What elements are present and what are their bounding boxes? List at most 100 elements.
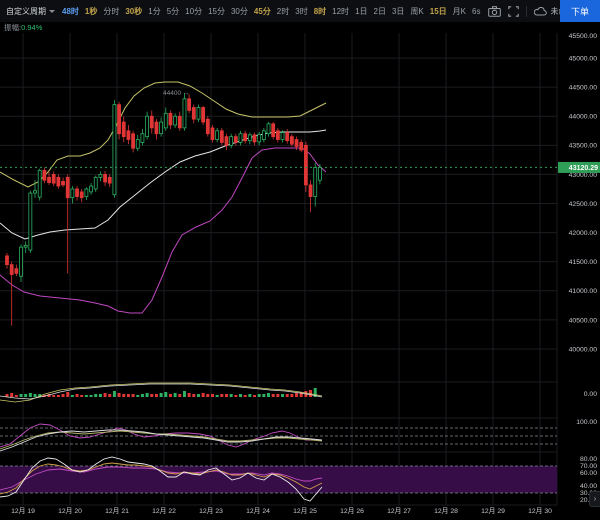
status-row: 振幅: 0.94% [0, 22, 600, 33]
volume-bar [197, 394, 200, 397]
volume-bar [216, 395, 219, 397]
date-label: 12月 27 [387, 507, 411, 515]
candle [197, 105, 200, 122]
custom-period-selector[interactable]: 自定义周期 [6, 6, 55, 17]
volume-bar [24, 394, 27, 397]
timeframe-item[interactable]: 1分 [148, 6, 160, 17]
candle [155, 119, 158, 139]
volume-bar [267, 393, 270, 397]
volume-bar [34, 394, 37, 397]
candle [160, 117, 163, 136]
volume-bar [272, 394, 275, 397]
volume-bar [183, 391, 186, 397]
volume-bar [174, 393, 177, 397]
custom-period-label: 自定义周期 [6, 6, 46, 17]
timeframe-item[interactable]: 30分 [231, 6, 248, 17]
candle [286, 129, 289, 144]
candle [104, 171, 107, 186]
timeframe-item[interactable]: 15日 [430, 6, 447, 17]
price-alert-annotation: 44400 → [163, 90, 189, 97]
candle [290, 134, 293, 147]
volume-bar [206, 394, 209, 397]
axis-collapse-button[interactable]: › [589, 491, 600, 507]
date-label: 12月 26 [340, 507, 364, 515]
volume-bar [150, 394, 153, 397]
volume-bar [239, 394, 242, 397]
rsi-line-magenta [0, 424, 322, 447]
volume-bar [85, 395, 88, 397]
price-axis-label: 40000.00 [569, 346, 598, 353]
volume-bar [295, 393, 298, 397]
candle [10, 262, 13, 326]
volume-bar [132, 394, 135, 397]
volume-bar [281, 394, 284, 397]
candle [230, 134, 233, 149]
fullscreen-button[interactable] [508, 6, 519, 17]
candle [300, 140, 303, 153]
volume-bar [90, 395, 93, 397]
volume-bar [62, 394, 65, 397]
timeframe-item[interactable]: 30秒 [125, 6, 142, 17]
date-label: 12月 23 [199, 507, 223, 515]
timeframe-item[interactable]: 3时 [295, 6, 307, 17]
candle [6, 253, 9, 269]
candle [108, 174, 111, 187]
timeframe-item[interactable]: 10分 [185, 6, 202, 17]
candle [169, 110, 172, 129]
price-axis-label: 41000.00 [569, 288, 598, 295]
candle [80, 189, 83, 202]
trading-app: 自定义周期 48时 1秒分时 30秒 1分 5分 10分 15分 30分 45分 2时 3时 8时 12… [0, 0, 600, 520]
current-price-badge: 43120.29 [558, 162, 600, 173]
price-axis-label: 40500.00 [569, 317, 598, 324]
candle [206, 116, 209, 136]
chart-canvas[interactable]: 44400 →45500.0045000.0044500.0044000.004… [0, 0, 600, 520]
volume-bar [127, 394, 130, 397]
candle [132, 131, 135, 153]
timeframe-item[interactable]: 5分 [167, 6, 179, 17]
timeframe-item[interactable]: 2时 [277, 6, 289, 17]
order-button[interactable]: 下单 [560, 0, 600, 22]
candle [188, 94, 191, 113]
date-label: 12月 19 [11, 507, 35, 515]
candle [225, 134, 228, 150]
timeframe-item[interactable]: 1日 [355, 6, 367, 17]
timeframe-item[interactable]: 48时 [62, 6, 79, 17]
candle [136, 135, 139, 151]
volume-bar [20, 394, 23, 397]
candle [62, 177, 65, 187]
volume-bar [248, 394, 251, 397]
indicator-axis-label: 40.00 [580, 483, 597, 490]
volume-bar [104, 393, 107, 397]
timeframe-item[interactable]: 15分 [208, 6, 225, 17]
timeframe-item[interactable]: 45分 [254, 6, 271, 17]
candle [220, 128, 223, 145]
timeframe-item[interactable]: 1秒 [85, 6, 97, 17]
date-label: 12月 20 [58, 507, 82, 515]
candle [244, 131, 247, 144]
volume-bar [262, 394, 265, 397]
camera-button[interactable] [488, 6, 501, 17]
volume-bar [80, 395, 83, 397]
timeframe-item[interactable]: 3日 [392, 6, 404, 17]
amplitude-label: 振幅: [4, 22, 21, 33]
volume-bar [99, 394, 102, 397]
timeframe-item[interactable]: 2日 [374, 6, 386, 17]
volume-bar [230, 394, 233, 397]
volume-bar [202, 393, 205, 397]
volume-bar [192, 394, 195, 397]
volume-bar [10, 393, 13, 397]
candle [216, 128, 219, 143]
timeframe-item[interactable]: 12时 [332, 6, 349, 17]
timeframe-item[interactable]: 月K [453, 6, 466, 17]
timeframe-item[interactable]: 分时 [103, 6, 119, 17]
candle [262, 128, 265, 143]
indicator-axis-label: 0.00 [584, 391, 597, 398]
timeframe-item[interactable]: 6s [472, 7, 480, 16]
timeframe-item[interactable]: 8时 [314, 6, 326, 17]
volume-bar [108, 394, 111, 397]
volume-bar [234, 395, 237, 397]
volume-bar [113, 391, 116, 397]
timeframe-item[interactable]: 周K [410, 6, 423, 17]
indicator-axis-labels: 0.00100.0080.0070.0060.0040.0030.0020.00 [576, 391, 597, 504]
candle [150, 110, 153, 133]
